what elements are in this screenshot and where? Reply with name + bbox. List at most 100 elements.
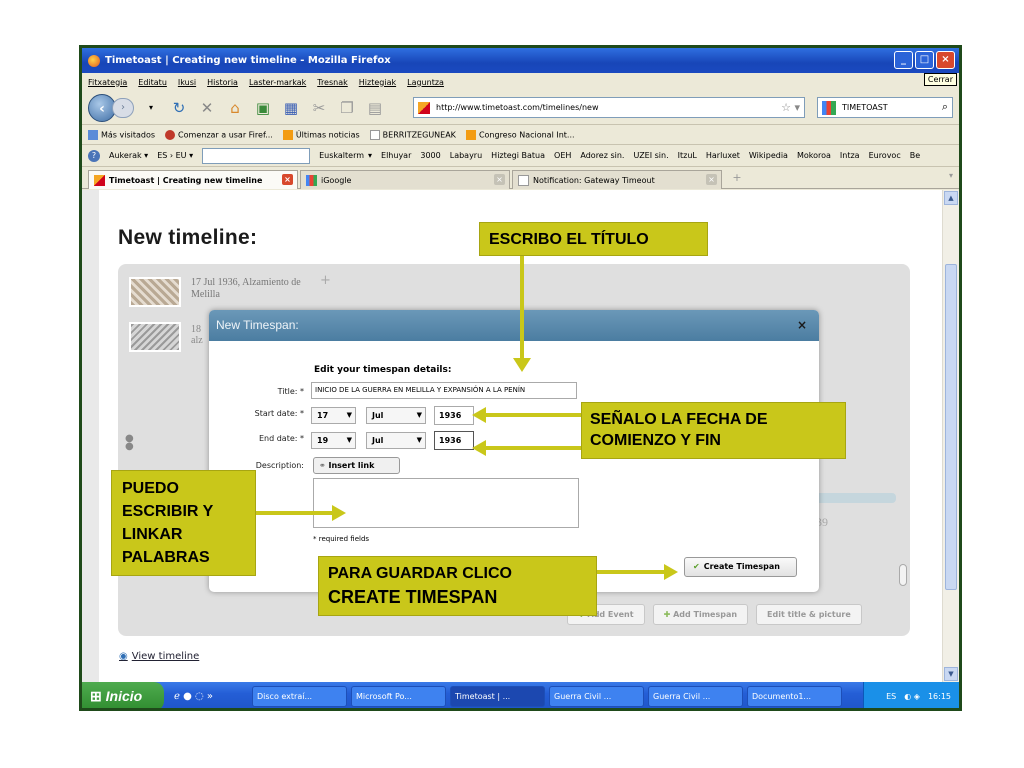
scroll-thumb[interactable]: [945, 264, 957, 590]
maximize-button[interactable]: □: [915, 51, 934, 69]
quick-launch-icons[interactable]: ℯ ● ◌ »: [174, 691, 248, 702]
menu-editatu[interactable]: Editatu: [138, 78, 167, 87]
end-month-select[interactable]: Jul ▼: [366, 432, 426, 449]
link-hiztegi-batua[interactable]: Hiztegi Batua: [491, 151, 545, 160]
event-label-2[interactable]: 18 alz: [191, 324, 203, 346]
link-itzul[interactable]: ItzuL: [678, 151, 697, 160]
vertical-scrollbar[interactable]: ▲ ▼: [942, 190, 959, 682]
bookmark-mas-visitados[interactable]: Más visitados: [88, 129, 155, 140]
link-be[interactable]: Be: [910, 151, 920, 160]
menu-laster-markak[interactable]: Laster-markak: [249, 78, 306, 87]
add-bookmark-icon[interactable]: ▣: [252, 97, 274, 119]
dictionary-search-input[interactable]: [202, 147, 311, 164]
link-euskalterm[interactable]: Euskalterm: [319, 151, 364, 160]
forward-button[interactable]: ›: [112, 97, 134, 118]
link-3000[interactable]: 3000: [420, 151, 440, 160]
menu-hiztegiak[interactable]: Hiztegiak: [359, 78, 396, 87]
tray-icons[interactable]: ◐ ◈: [904, 692, 920, 701]
home-icon[interactable]: ⌂: [224, 97, 246, 119]
end-day-select[interactable]: 19 ▼: [311, 432, 356, 449]
link-icon: ⚭: [319, 461, 329, 470]
create-timespan-button[interactable]: ✔ Create Timespan: [684, 557, 797, 577]
menu-historia[interactable]: Historia: [207, 78, 238, 87]
menu-fitxategia[interactable]: Fitxategia: [88, 78, 127, 87]
cut-icon[interactable]: ✂: [308, 97, 330, 119]
scroll-up-icon[interactable]: ▲: [944, 191, 958, 205]
save-annotation: PARA GUARDAR CLICO CREATE TIMESPAN: [318, 556, 597, 616]
link-elhuyar[interactable]: Elhuyar: [381, 151, 411, 160]
close-window-button[interactable]: ×: [936, 51, 955, 69]
link-oeh[interactable]: OEH: [554, 151, 571, 160]
edit-title-button[interactable]: Edit title & picture: [756, 604, 862, 625]
url-bar[interactable]: http://www.timetoast.com/timelines/new ☆…: [413, 97, 805, 118]
end-date-label: End date: *: [258, 434, 304, 443]
event-thumbnail[interactable]: [129, 322, 181, 352]
menu-laguntza[interactable]: Laguntza: [407, 78, 444, 87]
menu-tresnak[interactable]: Tresnak: [317, 78, 348, 87]
menu-ikusi[interactable]: Ikusi: [178, 78, 196, 87]
stop-icon[interactable]: ✕: [196, 97, 218, 119]
aukerak-menu[interactable]: Aukerak ▾: [109, 151, 148, 160]
link-adorez[interactable]: Adorez sin.: [580, 151, 624, 160]
timeline-right-handle[interactable]: [899, 564, 907, 586]
tab-igoogle[interactable]: iGoogle ×: [300, 170, 510, 189]
bookmark-berritzeguneak[interactable]: BERRITZEGUNEAK: [369, 129, 456, 140]
task-powerpoint[interactable]: Microsoft Po...: [351, 686, 446, 707]
tab-notification[interactable]: Notification: Gateway Timeout ×: [512, 170, 722, 189]
bookmark-star-icon[interactable]: ▦: [280, 97, 302, 119]
start-button[interactable]: ⊞ Inicio: [82, 682, 164, 708]
search-engine-icon[interactable]: [822, 100, 836, 115]
link-labayru[interactable]: Labayru: [450, 151, 482, 160]
close-tab-icon[interactable]: ×: [706, 174, 717, 185]
firefox-icon: [88, 54, 100, 67]
view-timeline-link[interactable]: ◉ View timeline: [119, 651, 199, 662]
insert-link-button[interactable]: ⚭ Insert link: [313, 457, 400, 474]
new-tab-button[interactable]: +: [727, 171, 747, 188]
help-icon[interactable]: ?: [88, 149, 100, 162]
close-tab-icon[interactable]: ×: [282, 174, 293, 185]
title-input[interactable]: INICIO DE LA GUERRA EN MELILLA Y EXPANSI…: [311, 382, 577, 399]
tab-timetoast[interactable]: Timetoast | Creating new timeline ×: [88, 170, 298, 189]
timeline-scroll-handle[interactable]: ● ●: [125, 434, 134, 461]
event-thumbnail[interactable]: [129, 277, 181, 307]
language-selector[interactable]: ES › EU ▾: [157, 151, 193, 160]
close-tab-icon[interactable]: ×: [494, 174, 505, 185]
minimize-button[interactable]: _: [894, 51, 913, 69]
link-harluxet[interactable]: Harluxet: [706, 151, 740, 160]
reload-icon[interactable]: ↻: [168, 97, 190, 119]
link-eurovoc[interactable]: Eurovoc: [869, 151, 901, 160]
start-day-select[interactable]: 17 ▼: [311, 407, 356, 424]
add-icon[interactable]: +: [320, 273, 331, 288]
link-mokoroa[interactable]: Mokoroa: [797, 151, 831, 160]
bookmark-ultimas-noticias[interactable]: Últimas noticias: [282, 129, 360, 140]
close-icon[interactable]: ×: [797, 310, 807, 341]
bookmark-congreso[interactable]: Congreso Nacional Int...: [465, 129, 575, 140]
link-intza[interactable]: Intza: [840, 151, 860, 160]
copy-icon[interactable]: ❐: [336, 97, 358, 119]
windows-taskbar: ⊞ Inicio ℯ ● ◌ » Disco extraí... Microso…: [82, 682, 959, 708]
search-icon[interactable]: ⌕: [942, 100, 948, 114]
history-dropdown-icon[interactable]: ▾: [140, 97, 162, 119]
add-timespan-button[interactable]: ✚ Add Timespan: [652, 604, 749, 625]
paste-icon[interactable]: ▤: [364, 97, 386, 119]
search-bar[interactable]: TIMETOAST ⌕: [817, 97, 953, 118]
firefox-icon: [165, 129, 176, 140]
task-disco[interactable]: Disco extraí...: [252, 686, 347, 707]
task-guerra-2[interactable]: Guerra Civil ...: [648, 686, 743, 707]
language-indicator[interactable]: ES: [886, 692, 896, 701]
bookmark-comenzar[interactable]: Comenzar a usar Firef...: [165, 129, 273, 140]
bookmark-star-icon[interactable]: ☆ ▾: [781, 101, 800, 114]
description-textarea[interactable]: [313, 478, 579, 528]
chevron-down-icon: ▼: [346, 436, 352, 444]
scroll-down-icon[interactable]: ▼: [944, 667, 958, 681]
start-month-select[interactable]: Jul ▼: [366, 407, 426, 424]
task-documento[interactable]: Documento1...: [747, 686, 842, 707]
task-timetoast[interactable]: Timetoast | ...: [450, 686, 545, 707]
tab-list-icon[interactable]: ▾: [949, 171, 953, 180]
event-label[interactable]: 17 Jul 1936, Alzamiento de Melilla: [191, 277, 331, 301]
end-year-input[interactable]: 1936: [434, 431, 474, 450]
link-uzei[interactable]: UZEI sin.: [633, 151, 668, 160]
task-guerra-1[interactable]: Guerra Civil ...: [549, 686, 644, 707]
link-wikipedia[interactable]: Wikipedia: [749, 151, 788, 160]
start-year-input[interactable]: 1936: [434, 406, 474, 425]
